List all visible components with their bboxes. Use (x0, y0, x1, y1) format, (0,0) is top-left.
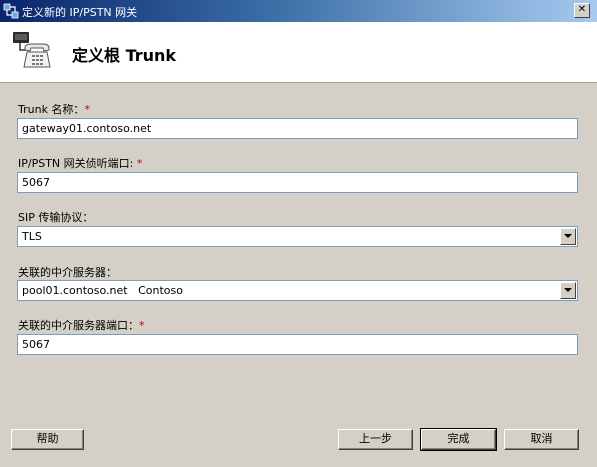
page-title: 定义根 Trunk (72, 46, 177, 65)
trunk-name-label: Trunk 名称：* (18, 101, 90, 117)
required-marker: * (136, 157, 143, 170)
listen-port-input[interactable]: 5067 (17, 172, 578, 193)
sip-protocol-label-text: SIP 传输协议： (18, 211, 94, 224)
sip-protocol-select[interactable]: TLS (17, 226, 578, 247)
help-button[interactable]: 帮助 (11, 429, 84, 450)
required-marker: * (84, 103, 90, 116)
window-title: 定义新的 IP/PSTN 网关 (22, 6, 138, 19)
gateway-icon (3, 3, 19, 19)
chevron-down-icon (564, 288, 572, 292)
mediation-server-label-text: 关联的中介服务器： (18, 266, 117, 279)
cancel-button[interactable]: 取消 (504, 429, 579, 450)
mediation-port-label: 关联的中介服务器端口：* (18, 317, 145, 333)
chevron-down-icon (564, 234, 572, 238)
close-button[interactable]: ✕ (574, 3, 590, 18)
back-button[interactable]: 上一步 (338, 429, 413, 450)
mediation-port-label-text: 关联的中介服务器端口： (18, 319, 139, 332)
sip-protocol-value: TLS (22, 230, 42, 243)
mediation-port-input[interactable]: 5067 (17, 334, 578, 355)
trunk-name-label-text: Trunk 名称： (18, 103, 85, 116)
sip-protocol-label: SIP 传输协议： (18, 209, 93, 225)
finish-button[interactable]: 完成 (420, 428, 497, 451)
close-icon: ✕ (577, 4, 587, 15)
gateway-phone-icon (13, 32, 51, 68)
listen-port-label: IP/PSTN 网关侦听端口: * (18, 155, 142, 171)
mediation-server-value: pool01.contoso.net Contoso (22, 284, 183, 297)
title-bar[interactable]: 定义新的 IP/PSTN 网关 ✕ (0, 0, 597, 22)
dropdown-button[interactable] (560, 282, 576, 299)
mediation-server-label: 关联的中介服务器： (18, 264, 117, 280)
mediation-server-select[interactable]: pool01.contoso.net Contoso (17, 280, 578, 301)
wizard-header: 定义根 Trunk (0, 22, 597, 83)
dropdown-button[interactable] (560, 228, 576, 245)
listen-port-label-text: IP/PSTN 网关侦听端口: (18, 157, 137, 170)
required-marker: * (139, 319, 145, 332)
trunk-name-input[interactable]: gateway01.contoso.net (17, 118, 578, 139)
